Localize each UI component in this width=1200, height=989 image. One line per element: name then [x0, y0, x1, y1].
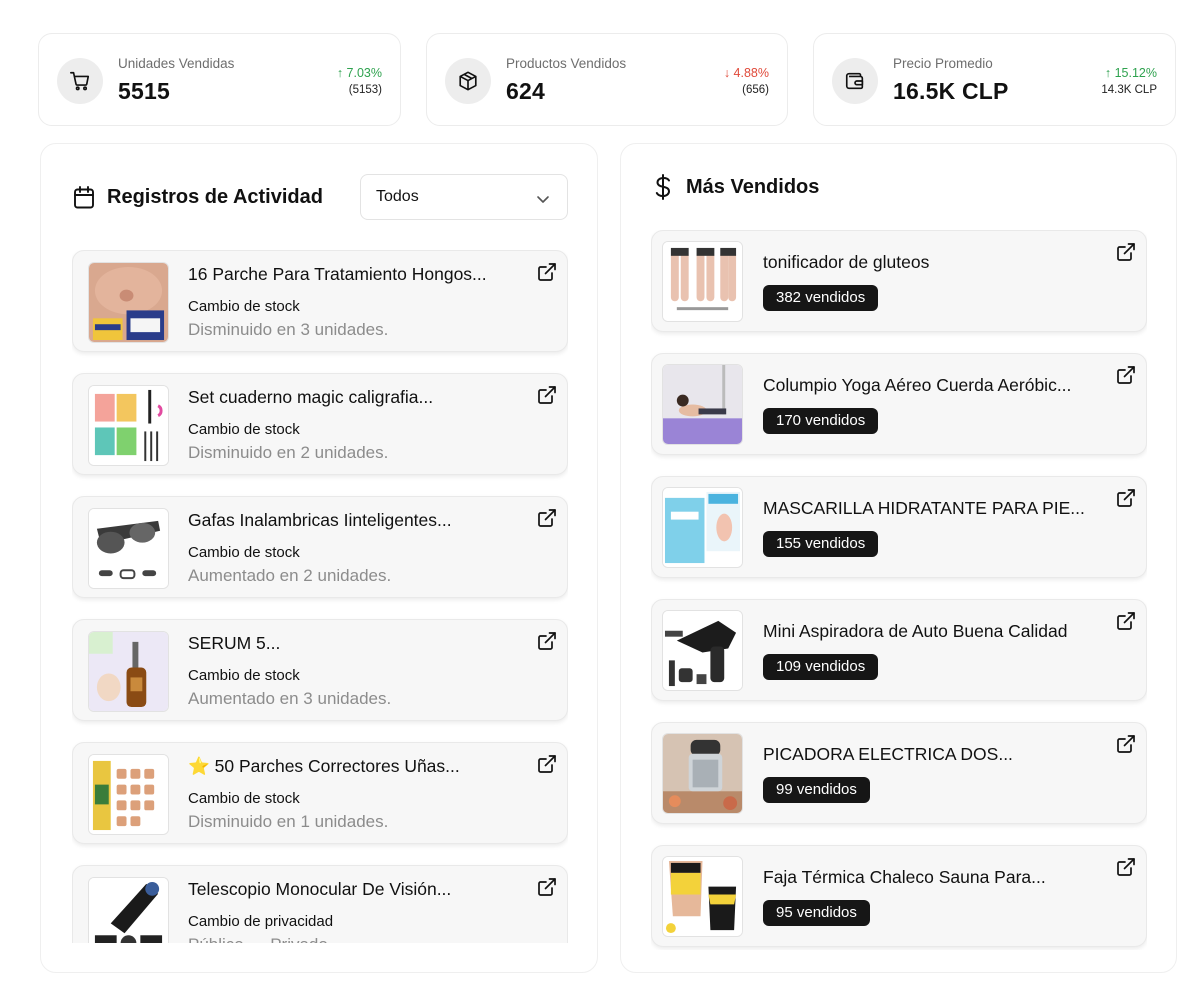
list-item[interactable]: tonificador de gluteos 382 vendidos [651, 230, 1147, 332]
external-link-icon[interactable] [537, 385, 557, 405]
dollar-sign-icon [653, 174, 673, 205]
stat-card-units-sold: Unidades Vendidas 5515 ↑ 7.03% (5153) [38, 33, 401, 126]
dropdown-selected-value: Todos [376, 188, 419, 205]
item-detail: Aumentado en 2 unidades. [188, 566, 392, 585]
product-image-sauna-vest [662, 856, 743, 937]
external-link-icon[interactable] [1116, 242, 1136, 262]
arrow-down-icon: ↓ [723, 66, 734, 80]
package-box-icon [445, 58, 491, 104]
external-link-icon[interactable] [1116, 488, 1136, 508]
calendar-icon [72, 185, 96, 215]
item-title: 16 Parche Para Tratamiento Hongos... [188, 264, 487, 284]
external-link-icon[interactable] [537, 754, 557, 774]
arrow-up-icon: ↑ [336, 66, 347, 80]
item-type: Cambio de stock [188, 421, 300, 438]
external-link-icon[interactable] [1116, 734, 1136, 754]
panel-title: Más Vendidos [686, 176, 820, 198]
list-item[interactable]: Telescopio Monocular De Visión... Cambio… [72, 865, 568, 943]
product-image-foot-patch [88, 262, 169, 343]
list-item[interactable]: Columpio Yoga Aéreo Cuerda Aeróbic... 17… [651, 353, 1147, 455]
item-title: Columpio Yoga Aéreo Cuerda Aeróbic... [763, 375, 1072, 395]
external-link-icon[interactable] [1116, 857, 1136, 877]
list-item[interactable]: Mini Aspiradora de Auto Buena Calidad 10… [651, 599, 1147, 701]
stat-card-products-sold: Productos Vendidos 624 ↓ 4.88% (656) [426, 33, 788, 126]
external-link-icon[interactable] [1116, 611, 1136, 631]
item-type: Cambio de stock [188, 298, 300, 315]
stat-value: 16.5K CLP [893, 78, 1009, 104]
item-title: tonificador de gluteos [763, 252, 930, 272]
activity-filter-dropdown[interactable]: Todos [360, 174, 568, 220]
shopping-cart-icon [57, 58, 103, 104]
sold-count-badge: 170 vendidos [763, 408, 879, 434]
product-image-electric-chopper [662, 733, 743, 814]
list-item[interactable]: Faja Térmica Chaleco Sauna Para... 95 ve… [651, 845, 1147, 947]
item-title: PICADORA ELECTRICA DOS... [763, 744, 1013, 764]
best-sellers-panel: Más Vendidos tonificador de gluteos 382 … [620, 143, 1177, 973]
item-title: Mini Aspiradora de Auto Buena Calidad [763, 621, 1068, 641]
item-title: Set cuaderno magic caligrafia... [188, 387, 434, 407]
sold-count-badge: 109 vendidos [763, 654, 879, 680]
panel-title: Registros de Actividad [107, 186, 323, 208]
item-detail: Disminuido en 3 unidades. [188, 320, 389, 339]
product-image-foot-mask [662, 487, 743, 568]
activity-log-panel: Registros de Actividad Todos 16 Parche P… [40, 143, 598, 973]
list-item[interactable]: Gafas Inalambricas Iinteligentes... Camb… [72, 496, 568, 598]
chevron-down-icon [536, 191, 550, 209]
stat-change: ↓ 4.88% [723, 66, 769, 80]
sold-count-badge: 382 vendidos [763, 285, 879, 311]
list-item[interactable]: PICADORA ELECTRICA DOS... 99 vendidos [651, 722, 1147, 824]
list-item[interactable]: MASCARILLA HIDRATANTE PARA PIE... 155 ve… [651, 476, 1147, 578]
stat-value: 624 [506, 78, 545, 104]
stat-label: Unidades Vendidas [118, 56, 235, 71]
product-image-car-vacuum [662, 610, 743, 691]
sold-count-badge: 99 vendidos [763, 777, 870, 803]
stat-label: Precio Promedio [893, 56, 993, 71]
item-title: Gafas Inalambricas Iinteligentes... [188, 510, 452, 530]
best-sellers-list[interactable]: tonificador de gluteos 382 vendidos Colu… [651, 230, 1147, 950]
item-title: ⭐ 50 Parches Correctores Uñas... [188, 756, 460, 776]
product-image-monocular-telescope [88, 877, 169, 943]
item-type: Cambio de stock [188, 544, 300, 561]
item-title: Telescopio Monocular De Visión... [188, 879, 452, 899]
stat-value: 5515 [118, 78, 170, 104]
item-detail: Disminuido en 2 unidades. [188, 443, 389, 462]
item-title: MASCARILLA HIDRATANTE PARA PIE... [763, 498, 1085, 518]
item-type: Cambio de stock [188, 667, 300, 684]
sold-count-badge: 95 vendidos [763, 900, 870, 926]
product-image-nail-patches [88, 754, 169, 835]
activity-list[interactable]: 16 Parche Para Tratamiento Hongos... Cam… [72, 250, 568, 943]
item-title: Faja Térmica Chaleco Sauna Para... [763, 867, 1046, 887]
product-image-aerial-yoga [662, 364, 743, 445]
item-title: SERUM 5... [188, 633, 281, 653]
item-detail: Disminuido en 1 unidades. [188, 812, 389, 831]
arrow-up-icon: ↑ [1104, 66, 1115, 80]
stat-change: ↑ 15.12% [1104, 66, 1157, 80]
item-type: Cambio de stock [188, 790, 300, 807]
product-image-calligraphy-notebooks [88, 385, 169, 466]
item-detail: Público → Privado [188, 935, 328, 943]
external-link-icon[interactable] [537, 877, 557, 897]
product-image-smart-glasses [88, 508, 169, 589]
stat-previous-value: (656) [742, 84, 769, 96]
wallet-icon [832, 58, 878, 104]
list-item[interactable]: Set cuaderno magic caligrafia... Cambio … [72, 373, 568, 475]
stat-change: ↑ 7.03% [336, 66, 382, 80]
external-link-icon[interactable] [1116, 365, 1136, 385]
product-image-glute-toner [662, 241, 743, 322]
stat-previous-value: 14.3K CLP [1101, 84, 1157, 96]
item-detail: Aumentado en 3 unidades. [188, 689, 392, 708]
list-item[interactable]: SERUM 5... Cambio de stock Aumentado en … [72, 619, 568, 721]
stat-card-average-price: Precio Promedio 16.5K CLP ↑ 15.12% 14.3K… [813, 33, 1176, 126]
product-image-serum [88, 631, 169, 712]
external-link-icon[interactable] [537, 262, 557, 282]
external-link-icon[interactable] [537, 508, 557, 528]
stat-label: Productos Vendidos [506, 56, 627, 71]
list-item[interactable]: 16 Parche Para Tratamiento Hongos... Cam… [72, 250, 568, 352]
stat-previous-value: (5153) [348, 84, 382, 96]
sold-count-badge: 155 vendidos [763, 531, 879, 557]
external-link-icon[interactable] [537, 631, 557, 651]
list-item[interactable]: ⭐ 50 Parches Correctores Uñas... Cambio … [72, 742, 568, 844]
item-type: Cambio de privacidad [188, 913, 334, 930]
